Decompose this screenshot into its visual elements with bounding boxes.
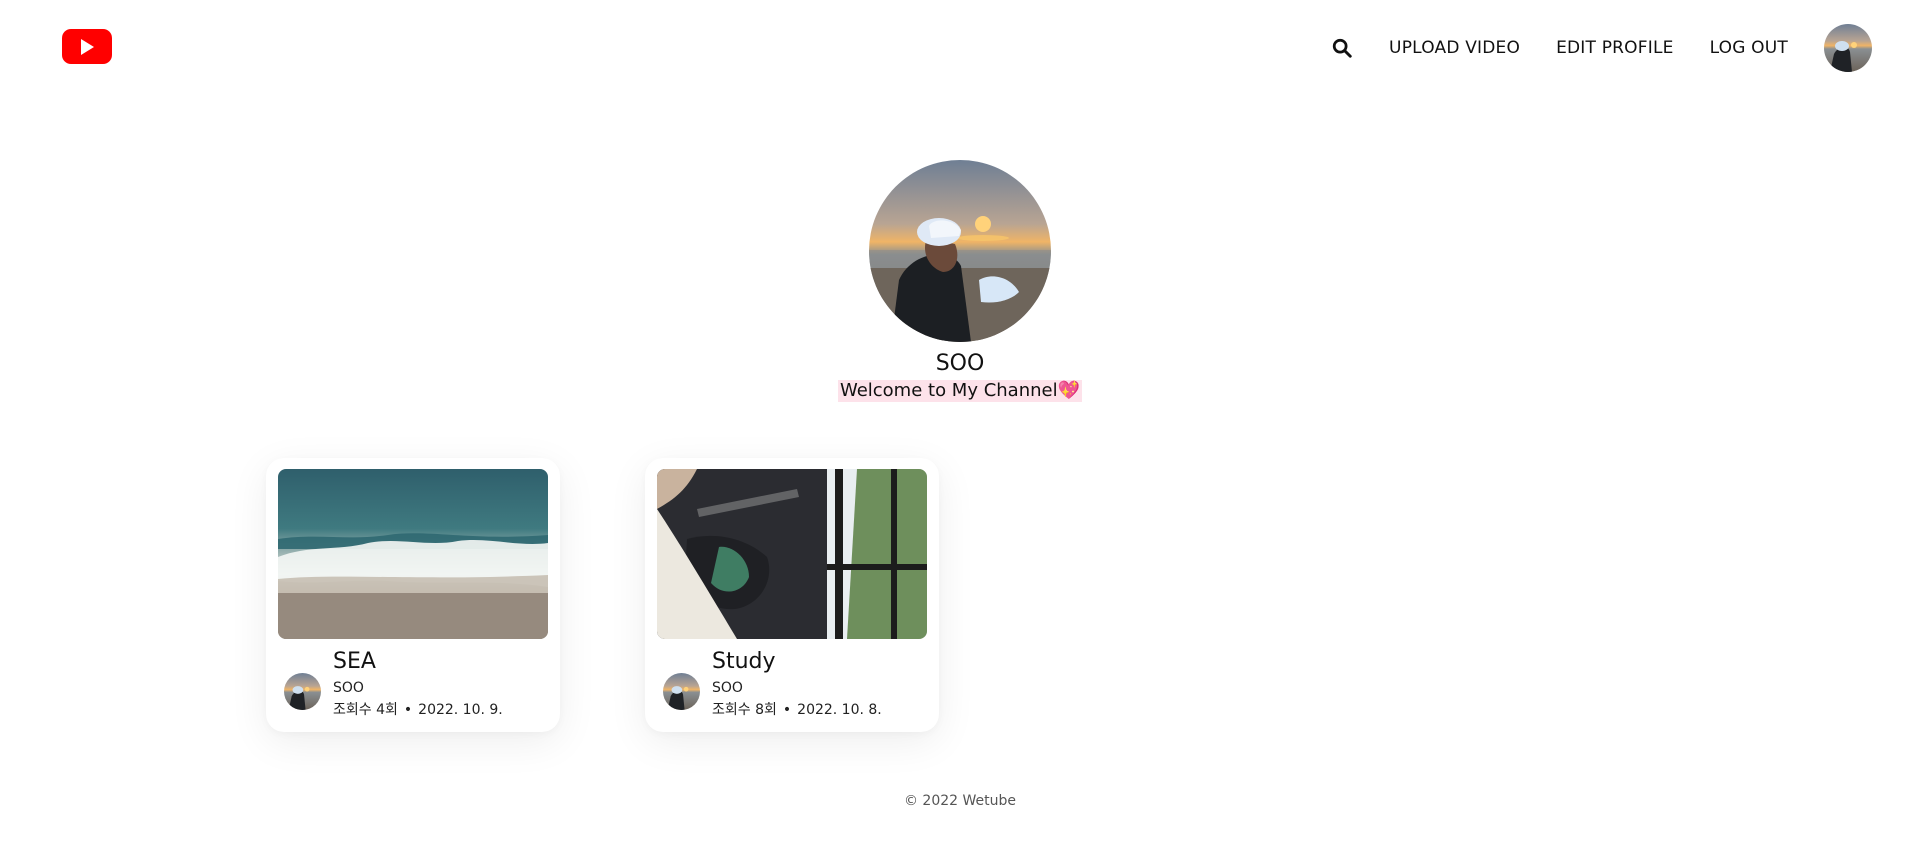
profile-section: SOO Welcome to My Channel💖: [0, 160, 1920, 402]
owner-avatar[interactable]: [284, 673, 321, 710]
edit-profile-link[interactable]: EDIT PROFILE: [1556, 38, 1673, 58]
avatar-image: [1824, 24, 1872, 72]
video-card-study[interactable]: Study SOO 조회수 8회 • 2022. 10. 8.: [645, 458, 939, 732]
video-card-info: Study SOO 조회수 8회 • 2022. 10. 8.: [657, 649, 927, 720]
video-thumbnail[interactable]: [278, 469, 548, 639]
video-card-text: Study SOO 조회수 8회 • 2022. 10. 8.: [712, 649, 882, 720]
video-owner[interactable]: SOO: [333, 678, 503, 698]
video-title[interactable]: SEA: [333, 649, 503, 675]
video-card-info: SEA SOO 조회수 4회 • 2022. 10. 9.: [278, 649, 548, 720]
meta-separator-dot: •: [782, 702, 792, 718]
owner-avatar-image: [284, 673, 321, 710]
top-header: UPLOAD VIDEO EDIT PROFILE LOG OUT: [0, 0, 1920, 96]
video-title[interactable]: Study: [712, 649, 882, 675]
video-thumbnail[interactable]: [657, 469, 927, 639]
logout-link[interactable]: LOG OUT: [1710, 38, 1788, 58]
profile-description: Welcome to My Channel💖: [837, 380, 1083, 402]
study-thumbnail-image: [657, 469, 927, 639]
meta-separator-dot: •: [403, 702, 413, 718]
video-date: 2022. 10. 9.: [418, 702, 503, 718]
video-card-sea[interactable]: SEA SOO 조회수 4회 • 2022. 10. 9.: [266, 458, 560, 732]
video-card-text: SEA SOO 조회수 4회 • 2022. 10. 9.: [333, 649, 503, 720]
footer-copyright: © 2022 Wetube: [903, 793, 1017, 809]
youtube-logo-icon[interactable]: [62, 29, 112, 64]
profile-avatar: [869, 160, 1051, 342]
search-icon[interactable]: [1331, 37, 1353, 59]
video-views: 조회수 4회: [333, 702, 398, 718]
video-views: 조회수 8회: [712, 702, 777, 718]
owner-avatar-image: [663, 673, 700, 710]
video-meta: 조회수 4회 • 2022. 10. 9.: [333, 700, 503, 720]
profile-avatar-image: [869, 160, 1051, 342]
user-avatar[interactable]: [1824, 24, 1872, 72]
video-meta: 조회수 8회 • 2022. 10. 8.: [712, 700, 882, 720]
sea-thumbnail-image: [278, 469, 548, 639]
upload-video-link[interactable]: UPLOAD VIDEO: [1389, 38, 1520, 58]
top-nav: UPLOAD VIDEO EDIT PROFILE LOG OUT: [1331, 22, 1872, 74]
video-date: 2022. 10. 8.: [797, 702, 882, 718]
profile-name: SOO: [935, 351, 985, 376]
play-icon: [81, 38, 94, 55]
video-owner[interactable]: SOO: [712, 678, 882, 698]
video-grid: SEA SOO 조회수 4회 • 2022. 10. 9. Study SOO …: [266, 458, 939, 732]
owner-avatar[interactable]: [663, 673, 700, 710]
